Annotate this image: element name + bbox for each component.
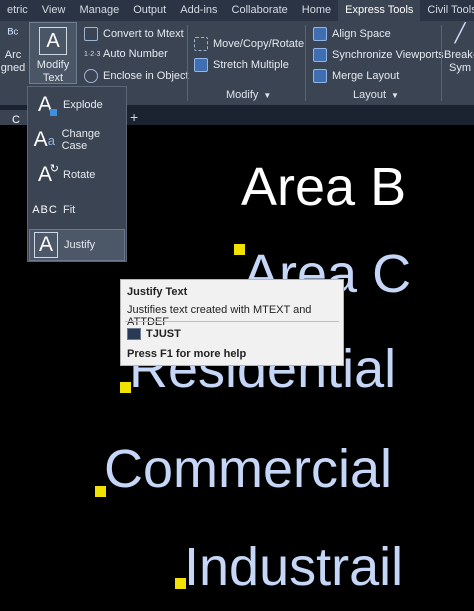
tooltip-divider <box>125 321 339 322</box>
ribbon-separator <box>305 25 306 101</box>
merge-layout-button[interactable]: Merge Layout <box>313 69 399 83</box>
grip-point[interactable] <box>120 382 131 393</box>
menu-item-explode[interactable]: A Explode <box>29 89 125 121</box>
file-tab[interactable]: C <box>0 110 27 126</box>
menu-item-label: Explode <box>63 99 103 111</box>
menu-item-label: Rotate <box>63 169 96 181</box>
align-space-label: Align Space <box>332 28 391 40</box>
drawing-text-industrail[interactable]: Industrail <box>184 540 403 594</box>
auto-number-button[interactable]: 1·2·3 Auto Number <box>84 48 168 60</box>
modify-panel-label: Modify <box>226 89 259 101</box>
move-copy-rotate-button[interactable]: Move/Copy/Rotate <box>194 37 304 51</box>
chevron-down-icon: ▼ <box>391 90 399 100</box>
tooltip-command-name: TJUST <box>146 328 181 340</box>
drawing-text-area-b[interactable]: Area B <box>241 160 406 214</box>
tab-output[interactable]: Output <box>126 0 173 21</box>
tab-add-ins[interactable]: Add-ins <box>173 0 224 21</box>
modify-text-label-2: Text <box>42 72 64 84</box>
justify-icon: A <box>34 232 58 258</box>
tab-collaborate[interactable]: Collaborate <box>225 0 295 21</box>
merge-layout-label: Merge Layout <box>332 70 400 82</box>
modify-text-dropdown: A Explode Aa Change Case A ↻ Rotate ABC F… <box>27 86 127 262</box>
tab-home[interactable]: Home <box>295 0 338 21</box>
arc-aligned-label-1: Arc <box>4 49 22 61</box>
tab-parametric[interactable]: etric <box>0 0 35 21</box>
drawing-text-commercial[interactable]: Commercial <box>104 442 392 496</box>
tab-civil-tools[interactable]: Civil Tools <box>420 0 474 21</box>
layout-panel-label: Layout <box>353 89 387 101</box>
auto-number-label: Auto Number <box>103 48 168 60</box>
command-icon <box>127 328 141 340</box>
convert-to-mtext-label: Convert to Mtext <box>103 28 184 40</box>
synchronize-viewports-label: Synchronize Viewports <box>332 49 444 61</box>
move-copy-rotate-icon <box>194 37 208 51</box>
break-line-icon: ╱ <box>454 23 466 43</box>
grip-point[interactable] <box>95 486 106 497</box>
menu-item-label: Change Case <box>61 128 101 152</box>
tab-view[interactable]: View <box>35 0 73 21</box>
chevron-down-icon: ▼ <box>263 90 272 100</box>
tooltip-title: Justify Text <box>127 286 188 298</box>
align-space-icon <box>313 27 327 41</box>
tooltip-help: Press F1 for more help <box>127 348 247 360</box>
stretch-multiple-label: Stretch Multiple <box>213 59 289 71</box>
move-copy-rotate-label: Move/Copy/Rotate <box>213 38 305 50</box>
align-space-button[interactable]: Align Space <box>313 27 391 41</box>
menu-item-label: Justify <box>64 239 96 251</box>
synchronize-viewports-button[interactable]: Synchronize Viewports <box>313 48 444 62</box>
grip-point[interactable] <box>234 244 245 255</box>
enclose-object-icon <box>84 69 98 83</box>
menu-item-fit[interactable]: ABC Fit <box>29 194 125 226</box>
menu-item-rotate[interactable]: A ↻ Rotate <box>29 159 125 191</box>
stretch-multiple-button[interactable]: Stretch Multiple <box>194 58 289 72</box>
explode-icon: A <box>33 92 57 118</box>
tab-express-tools[interactable]: Express Tools <box>338 0 421 21</box>
modify-text-label-1: Modify <box>36 59 70 71</box>
modify-text-button[interactable]: A Modify Text <box>29 22 77 84</box>
tooltip-description: Justifies text created with MTEXT and AT… <box>127 304 312 328</box>
auto-number-icon: 1·2·3 <box>84 50 101 58</box>
ribbon-separator <box>187 25 188 101</box>
tab-manage[interactable]: Manage <box>72 0 126 21</box>
tooltip-command: TJUST <box>127 328 181 340</box>
break-sym-label-2: Sym <box>449 62 471 74</box>
break-sym-label-1: Break- <box>444 49 474 61</box>
menu-item-justify[interactable]: A Justify <box>29 229 125 261</box>
merge-layout-icon <box>313 69 327 83</box>
layout-panel-title[interactable]: Layout ▼ <box>353 86 399 104</box>
justify-tooltip: Justify Text Justifies text created with… <box>120 279 344 366</box>
change-case-icon: Aa <box>33 128 55 151</box>
synchronize-viewports-icon <box>313 48 327 62</box>
new-tab-button[interactable]: + <box>130 110 138 124</box>
stretch-multiple-icon <box>194 58 208 72</box>
arc-aligned-icon: ᴮᶜ <box>7 25 19 41</box>
ribbon-tab-bar: etric View Manage Output Add-ins Collabo… <box>0 0 474 21</box>
modify-panel-title[interactable]: Modify ▼ <box>226 86 271 104</box>
break-sym-button[interactable]: ╱ Break- Sym <box>444 23 474 75</box>
enclose-in-object-label: Enclose in Object <box>103 70 189 82</box>
enclose-in-object-button[interactable]: Enclose in Object <box>84 69 189 83</box>
fit-icon: ABC <box>32 204 58 216</box>
menu-item-change-case[interactable]: Aa Change Case <box>29 124 125 156</box>
rotate-icon: A ↻ <box>37 163 59 186</box>
arc-aligned-label-2: gned <box>0 62 26 74</box>
ribbon-separator <box>441 25 442 101</box>
grip-point[interactable] <box>175 578 186 589</box>
convert-mtext-icon <box>84 27 98 41</box>
modify-text-icon: A <box>39 27 67 55</box>
arc-aligned-button[interactable]: ᴮᶜ Arc gned <box>0 25 26 75</box>
convert-to-mtext-button[interactable]: Convert to Mtext <box>84 27 184 41</box>
menu-item-label: Fit <box>63 204 76 216</box>
